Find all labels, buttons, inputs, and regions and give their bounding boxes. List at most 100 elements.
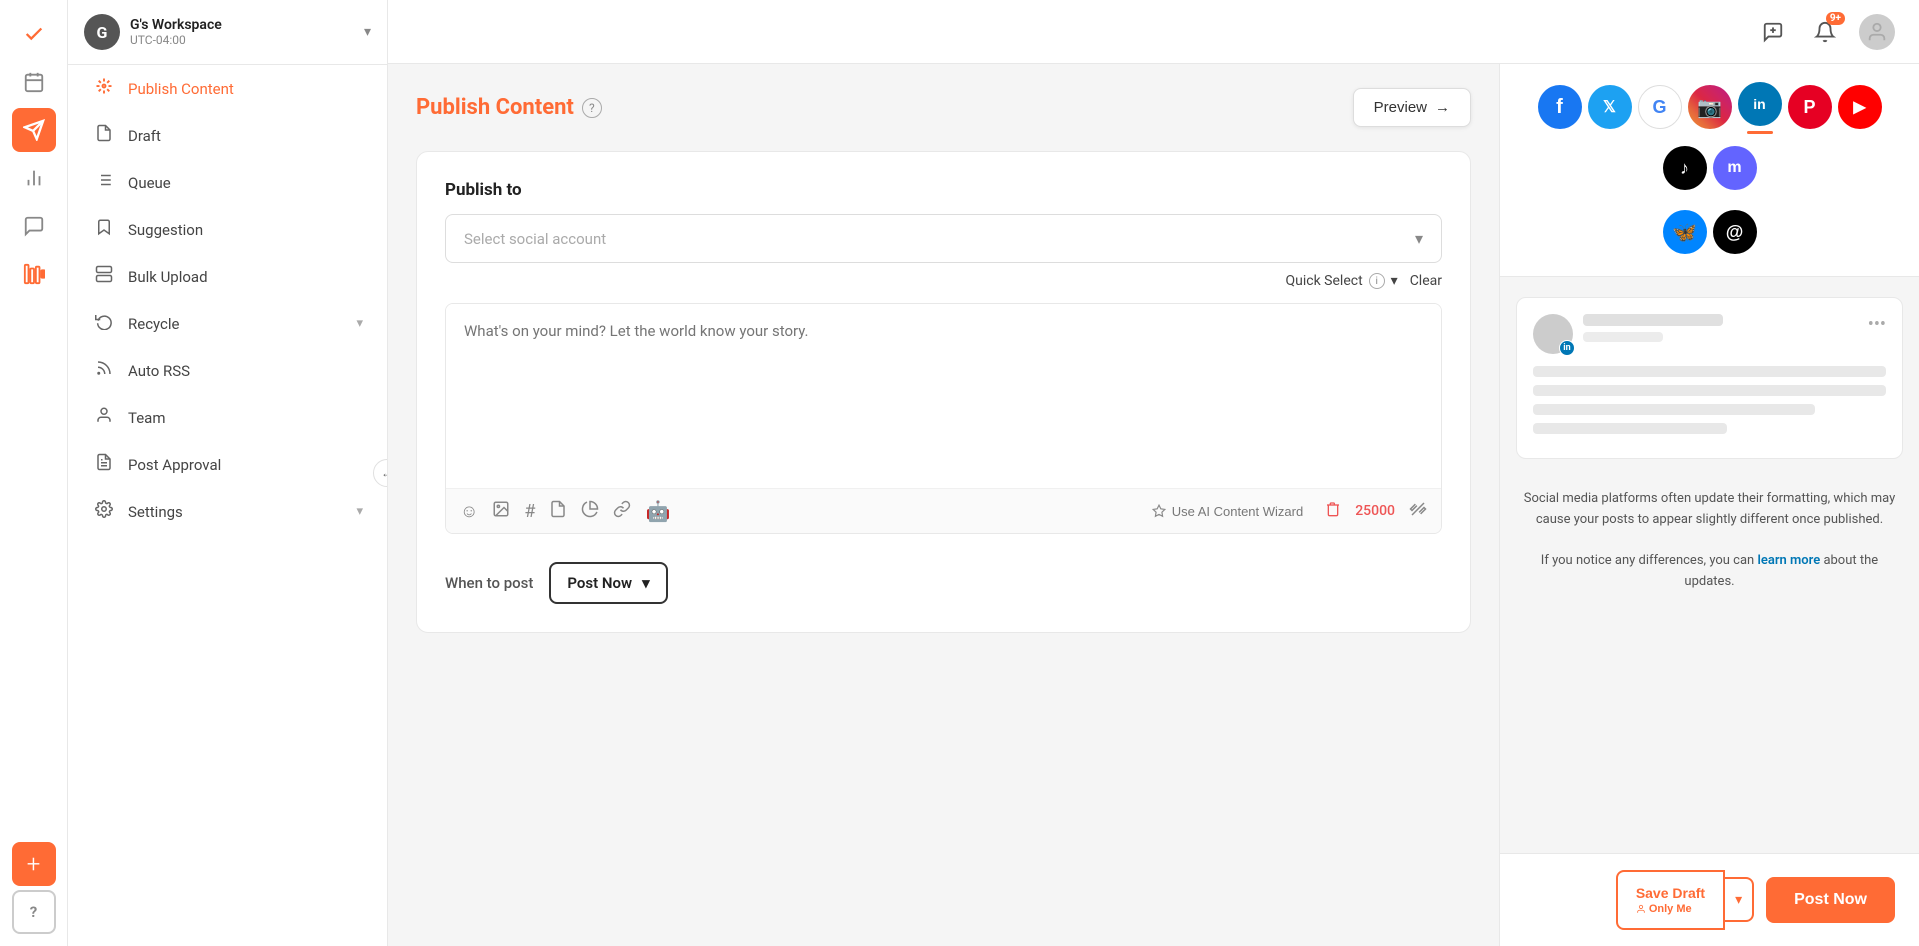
preview-content-lines [1533,366,1886,434]
bottom-action-bar: Save Draft Only Me ▾ Post Now [1500,853,1919,946]
preview-notice-text: Social media platforms often update thei… [1524,491,1895,527]
user-avatar[interactable] [1859,14,1895,50]
nav-label-draft: Draft [128,127,363,145]
sidebar-icon-publish[interactable] [12,108,56,152]
clear-button[interactable]: Clear [1410,273,1442,289]
youtube-button[interactable]: ▶ [1838,85,1882,129]
workspace-timezone: UTC-04:00 [130,33,354,47]
publish-content-icon [92,77,116,100]
compose-icon-button[interactable] [1755,14,1791,50]
google-button[interactable]: G [1638,85,1682,129]
only-me-label: Only Me [1649,902,1692,916]
preview-notice: Social media platforms often update thei… [1500,479,1919,613]
notification-bell-button[interactable]: 9+ [1807,14,1843,50]
instagram-icon-wrap: 📷 [1688,85,1732,129]
nav-item-settings[interactable]: Settings ▾ [68,488,387,535]
nav-item-post-approval[interactable]: Post Approval [68,441,387,488]
mastodon-icon-wrap: m [1713,146,1757,190]
social-row-2: 🦋 @ [1516,210,1903,276]
nav-label-suggestion: Suggestion [128,221,363,239]
link-icon[interactable] [613,500,631,523]
queue-icon [92,171,116,194]
nav-item-team[interactable]: Team [68,394,387,441]
emoji-icon[interactable]: ☺ [460,501,478,522]
preview-line-3 [1533,404,1815,415]
sidebar-icon-calendar[interactable] [12,60,56,104]
save-draft-options-button[interactable]: ▾ [1725,877,1754,922]
bluesky-icon-wrap: 🦋 [1663,210,1707,254]
suggestion-icon [92,218,116,241]
content-textarea-wrap: ☺ # 🤖 [445,303,1442,534]
settings-icon [92,500,116,523]
nav-item-suggestion[interactable]: Suggestion [68,206,387,253]
publish-area: Publish Content ? Preview → Publish to S… [388,64,1499,946]
sidebar-icon-messages[interactable] [12,204,56,248]
nav-label-bulk-upload: Bulk Upload [128,268,363,286]
youtube-icon-wrap: ▶ [1838,85,1882,129]
pinterest-icon-wrap: P [1788,85,1832,129]
character-count: 25000 [1355,503,1395,519]
pinterest-button[interactable]: P [1788,85,1832,129]
preview-notice-prefix: If you notice any differences, you can [1541,553,1758,568]
ai-wizard-label: Use AI Content Wizard [1172,504,1304,519]
sidebar-icon-analytics[interactable] [12,156,56,200]
twitter-button[interactable]: 𝕏 [1588,85,1632,129]
preview-button[interactable]: Preview → [1353,88,1471,127]
quick-select-label-text: Quick Select [1286,273,1363,289]
nav-label-publish-content: Publish Content [128,80,363,98]
social-icons-row: f 𝕏 G 📷 in P [1516,82,1903,210]
recycle-icon [92,312,116,335]
robot-icon[interactable]: 🤖 [645,499,670,523]
mastodon-button[interactable]: m [1713,146,1757,190]
social-icons-section: f 𝕏 G 📷 in P [1500,64,1919,277]
learn-more-link[interactable]: learn more [1757,553,1820,568]
sidebar-icon-checkmark[interactable] [12,12,56,56]
sidebar-icon-add[interactable]: + [12,842,56,886]
threads-button[interactable]: @ [1713,210,1757,254]
publish-title-row: Publish Content ? [416,95,602,120]
sidebar-icon-listening[interactable] [12,252,56,296]
post-now-button[interactable]: Post Now [1766,877,1895,923]
nav-item-publish-content[interactable]: Publish Content [68,65,387,112]
trash-icon[interactable] [1325,501,1341,521]
icon-sidebar: + ? [0,0,68,946]
tiktok-button[interactable]: ♪ [1663,146,1707,190]
nav-label-team: Team [128,409,363,427]
sidebar-icon-help[interactable]: ? [12,890,56,934]
hashtag-icon[interactable]: # [524,501,535,522]
nav-item-draft[interactable]: Draft [68,112,387,159]
instagram-button[interactable]: 📷 [1688,85,1732,129]
preview-more-button[interactable]: ••• [1868,314,1886,335]
ai-content-wizard-button[interactable]: Use AI Content Wizard [1144,500,1312,523]
textarea-toolbar: ☺ # 🤖 [446,488,1441,533]
magic-wand-icon[interactable] [1409,500,1427,523]
tiktok-icon-wrap: ♪ [1663,146,1707,190]
save-draft-button[interactable]: Save Draft Only Me [1616,870,1725,930]
nav-item-auto-rss[interactable]: Auto RSS [68,347,387,394]
preview-card-header: in ••• [1533,314,1886,354]
bluesky-button[interactable]: 🦋 [1663,210,1707,254]
preview-label: Preview [1374,99,1427,116]
save-draft-only-me: Only Me [1636,902,1692,916]
workspace-selector[interactable]: G G's Workspace UTC-04:00 ▾ [68,0,387,65]
quick-select-chevron-icon: ▾ [1391,273,1398,289]
workspace-name: G's Workspace [130,17,354,33]
nav-item-bulk-upload[interactable]: Bulk Upload [68,253,387,300]
publish-card: Publish to Select social account ▾ Quick… [416,151,1471,633]
page-title: Publish Content [416,95,574,120]
preview-name-line [1583,314,1723,326]
document-icon[interactable] [549,500,567,523]
help-icon-button[interactable]: ? [582,98,602,118]
pie-chart-icon[interactable] [581,500,599,523]
nav-item-recycle[interactable]: Recycle ▾ [68,300,387,347]
facebook-button[interactable]: f [1538,85,1582,129]
image-icon[interactable] [492,500,510,523]
save-draft-label: Save Draft [1636,884,1705,902]
quick-select-button[interactable]: Quick Select i ▾ [1286,273,1398,289]
account-select-dropdown[interactable]: Select social account ▾ [445,214,1442,263]
content-textarea[interactable] [446,304,1441,484]
when-to-post-label: When to post [445,574,533,592]
post-now-select[interactable]: Post Now ▾ [549,562,667,604]
linkedin-button[interactable]: in [1738,82,1782,126]
nav-item-queue[interactable]: Queue [68,159,387,206]
